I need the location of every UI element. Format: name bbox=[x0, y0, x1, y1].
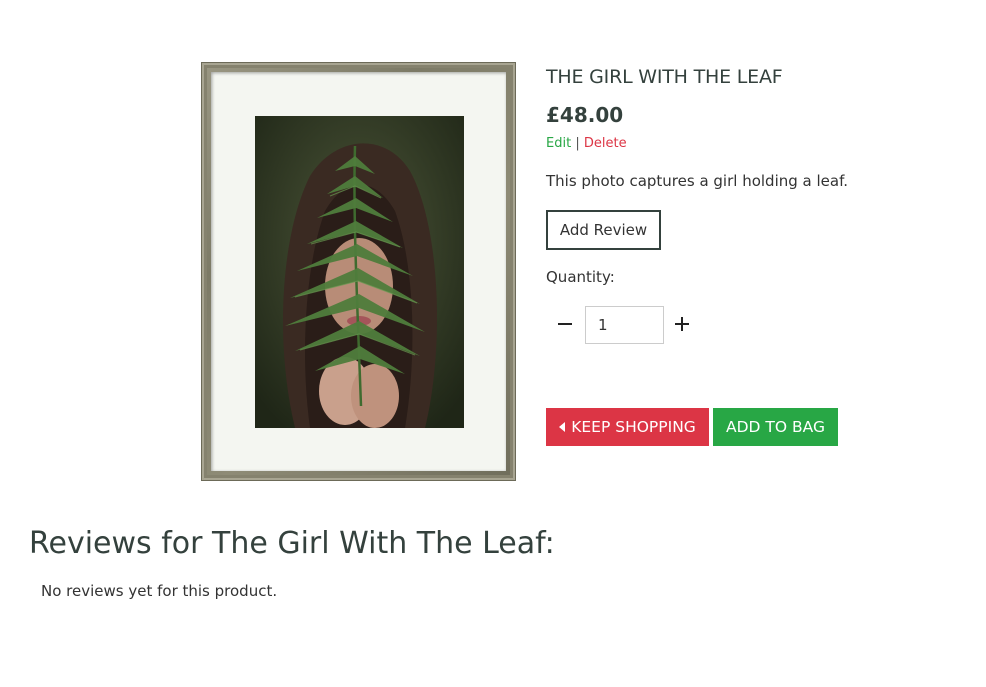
product-image-frame bbox=[201, 62, 516, 481]
keep-shopping-label: KEEP SHOPPING bbox=[571, 418, 696, 436]
add-review-button[interactable]: Add Review bbox=[546, 210, 661, 250]
reviews-heading: Reviews for The Girl With The Leaf: bbox=[29, 526, 555, 561]
plus-icon[interactable] bbox=[671, 312, 693, 336]
add-to-bag-button[interactable]: ADD TO BAG bbox=[713, 408, 838, 446]
caret-left-icon bbox=[559, 422, 566, 432]
product-detail-page: THE GIRL WITH THE LEAF £48.00 Edit | Del… bbox=[0, 0, 986, 687]
quantity-label: Quantity: bbox=[546, 268, 615, 286]
admin-separator: | bbox=[575, 136, 580, 151]
minus-icon[interactable] bbox=[554, 312, 576, 336]
product-price: £48.00 bbox=[546, 103, 624, 127]
edit-link[interactable]: Edit bbox=[546, 136, 571, 151]
quantity-input[interactable] bbox=[585, 306, 664, 344]
delete-link[interactable]: Delete bbox=[584, 136, 627, 151]
picture-mat bbox=[211, 72, 506, 471]
no-reviews-text: No reviews yet for this product. bbox=[41, 582, 278, 600]
admin-links: Edit | Delete bbox=[546, 136, 627, 151]
product-photo bbox=[255, 116, 464, 428]
keep-shopping-button[interactable]: KEEP SHOPPING bbox=[546, 408, 709, 446]
product-description: This photo captures a girl holding a lea… bbox=[546, 172, 849, 190]
product-title: THE GIRL WITH THE LEAF bbox=[546, 66, 783, 88]
